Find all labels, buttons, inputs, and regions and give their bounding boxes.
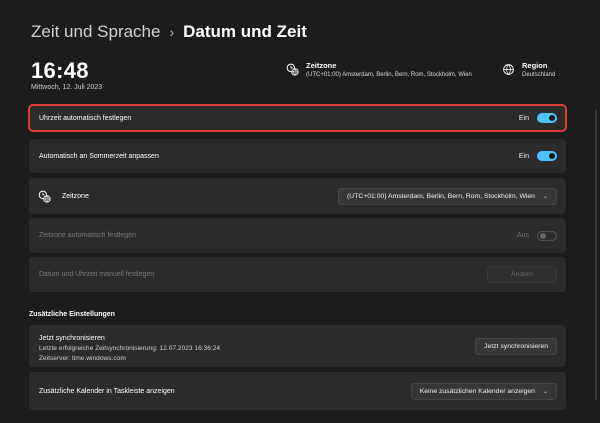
page-title: Datum und Zeit <box>183 22 307 41</box>
sync-text: Jetzt synchronisieren Letzte erfolgreich… <box>39 334 220 364</box>
auto-time-state: Ein <box>518 114 529 122</box>
auto-timezone-state: Aus <box>516 232 529 239</box>
dst-state: Ein <box>518 152 529 160</box>
chevron-down-icon: ⌄ <box>542 388 548 395</box>
timezone-dropdown-value: (UTC+01:00) Amsterdam, Berlin, Bern, Rom… <box>347 192 535 200</box>
timezone-label: Zeitzone <box>62 192 89 200</box>
chevron-down-icon: ⌄ <box>542 193 548 200</box>
section-title: Zusätzliche Einstellungen <box>29 311 115 318</box>
calendar-row: Zusätzliche Kalender in Taskleiste anzei… <box>29 372 566 410</box>
timezone-info-value: (UTC+01:00) Amsterdam, Berlin, Bern, Rom… <box>306 72 472 78</box>
settings-window: Zeit und Sprache › Datum und Zeit 16:48 … <box>0 0 600 423</box>
timezone-dropdown[interactable]: (UTC+01:00) Amsterdam, Berlin, Bern, Rom… <box>338 187 557 205</box>
sync-server: Zeitserver: time.windows.com <box>39 355 126 362</box>
change-button: Ändern <box>487 266 557 283</box>
timezone-clock-icon <box>38 190 51 203</box>
auto-timezone-label: Zeitzone automatisch festlegen <box>39 232 136 239</box>
timezone-clock-icon <box>286 63 299 76</box>
auto-time-label: Uhrzeit automatisch festlegen <box>39 114 132 122</box>
scrollbar[interactable] <box>595 110 597 400</box>
region-info-value: Deutschland <box>522 72 556 78</box>
timezone-row: Zeitzone (UTC+01:00) Amsterdam, Berlin, … <box>29 178 566 214</box>
breadcrumb-separator: › <box>169 24 175 40</box>
auto-timezone-toggle <box>537 230 557 241</box>
manual-datetime-row: Datum und Uhrzeit manuell festlegen Ände… <box>29 257 566 292</box>
auto-time-row[interactable]: Uhrzeit automatisch festlegen Ein <box>28 104 567 132</box>
calendar-dropdown[interactable]: Keine zusätzlichen Kalender anzeigen ⌄ <box>410 382 557 400</box>
timezone-info-label: Zeitzone <box>306 61 337 70</box>
region-info: Region Deutschland <box>502 61 555 78</box>
manual-datetime-label: Datum und Uhrzeit manuell festlegen <box>39 271 155 278</box>
sync-last: Letzte erfolgreiche Zeitsynchronisierung… <box>39 345 221 352</box>
sync-row: Jetzt synchronisieren Letzte erfolgreich… <box>29 325 566 367</box>
dst-label: Automatisch an Sommerzeit anpassen <box>39 152 159 160</box>
sync-now-button[interactable]: Jetzt synchronisieren <box>475 337 557 355</box>
dst-row[interactable]: Automatisch an Sommerzeit anpassen Ein <box>29 139 566 173</box>
dst-toggle[interactable] <box>537 151 557 161</box>
auto-timezone-row: Zeitzone automatisch festlegen Aus <box>29 218 566 253</box>
breadcrumb-parent[interactable]: Zeit und Sprache <box>31 22 160 42</box>
region-info-label: Region <box>522 61 548 70</box>
current-time: 16:48 <box>31 58 89 83</box>
sync-title: Jetzt synchronisieren <box>39 335 105 342</box>
current-date: Mittwoch, 12. Juli 2023 <box>31 84 103 91</box>
breadcrumb: Zeit und Sprache › Datum und Zeit <box>31 22 307 42</box>
timezone-info: Zeitzone (UTC+01:00) Amsterdam, Berlin, … <box>286 61 472 78</box>
calendar-dropdown-value: Keine zusätzlichen Kalender anzeigen <box>419 387 535 395</box>
globe-icon <box>503 64 514 75</box>
auto-time-toggle[interactable] <box>537 113 557 123</box>
calendar-label: Zusätzliche Kalender in Taskleiste anzei… <box>39 387 175 395</box>
